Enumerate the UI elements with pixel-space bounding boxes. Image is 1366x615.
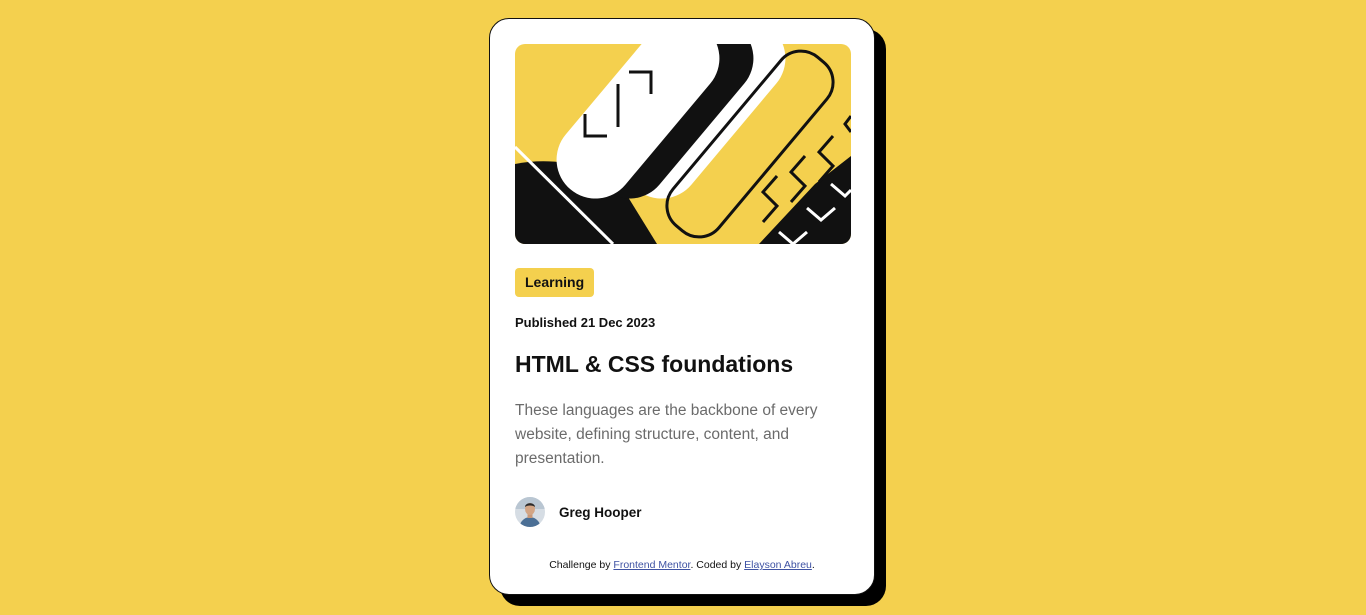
card-title[interactable]: HTML & CSS foundations xyxy=(515,349,850,379)
category-tag: Learning xyxy=(515,268,595,297)
published-date: Published 21 Dec 2023 xyxy=(515,315,656,330)
author: Greg Hooper xyxy=(515,497,850,527)
avatar-photo-icon xyxy=(515,497,545,527)
attribution-middle: . Coded by xyxy=(690,559,745,571)
attribution: Challenge by Frontend Mentor. Coded by E… xyxy=(490,558,874,572)
attribution-prefix: Challenge by xyxy=(549,559,614,571)
avatar xyxy=(515,497,545,527)
attribution-suffix: . xyxy=(811,559,815,571)
illustration-image xyxy=(515,44,851,244)
abstract-illustration-icon xyxy=(515,44,851,244)
frontend-mentor-link[interactable]: Frontend Mentor xyxy=(613,559,690,571)
card-description: These languages are the backbone of ever… xyxy=(515,402,818,467)
author-name: Greg Hooper xyxy=(559,504,642,520)
blog-card: Learning Published 21 Dec 2023 HTML & CS… xyxy=(489,18,875,595)
page-background: Learning Published 21 Dec 2023 HTML & CS… xyxy=(0,0,1366,615)
author-link[interactable]: Elayson Abreu xyxy=(744,559,812,571)
